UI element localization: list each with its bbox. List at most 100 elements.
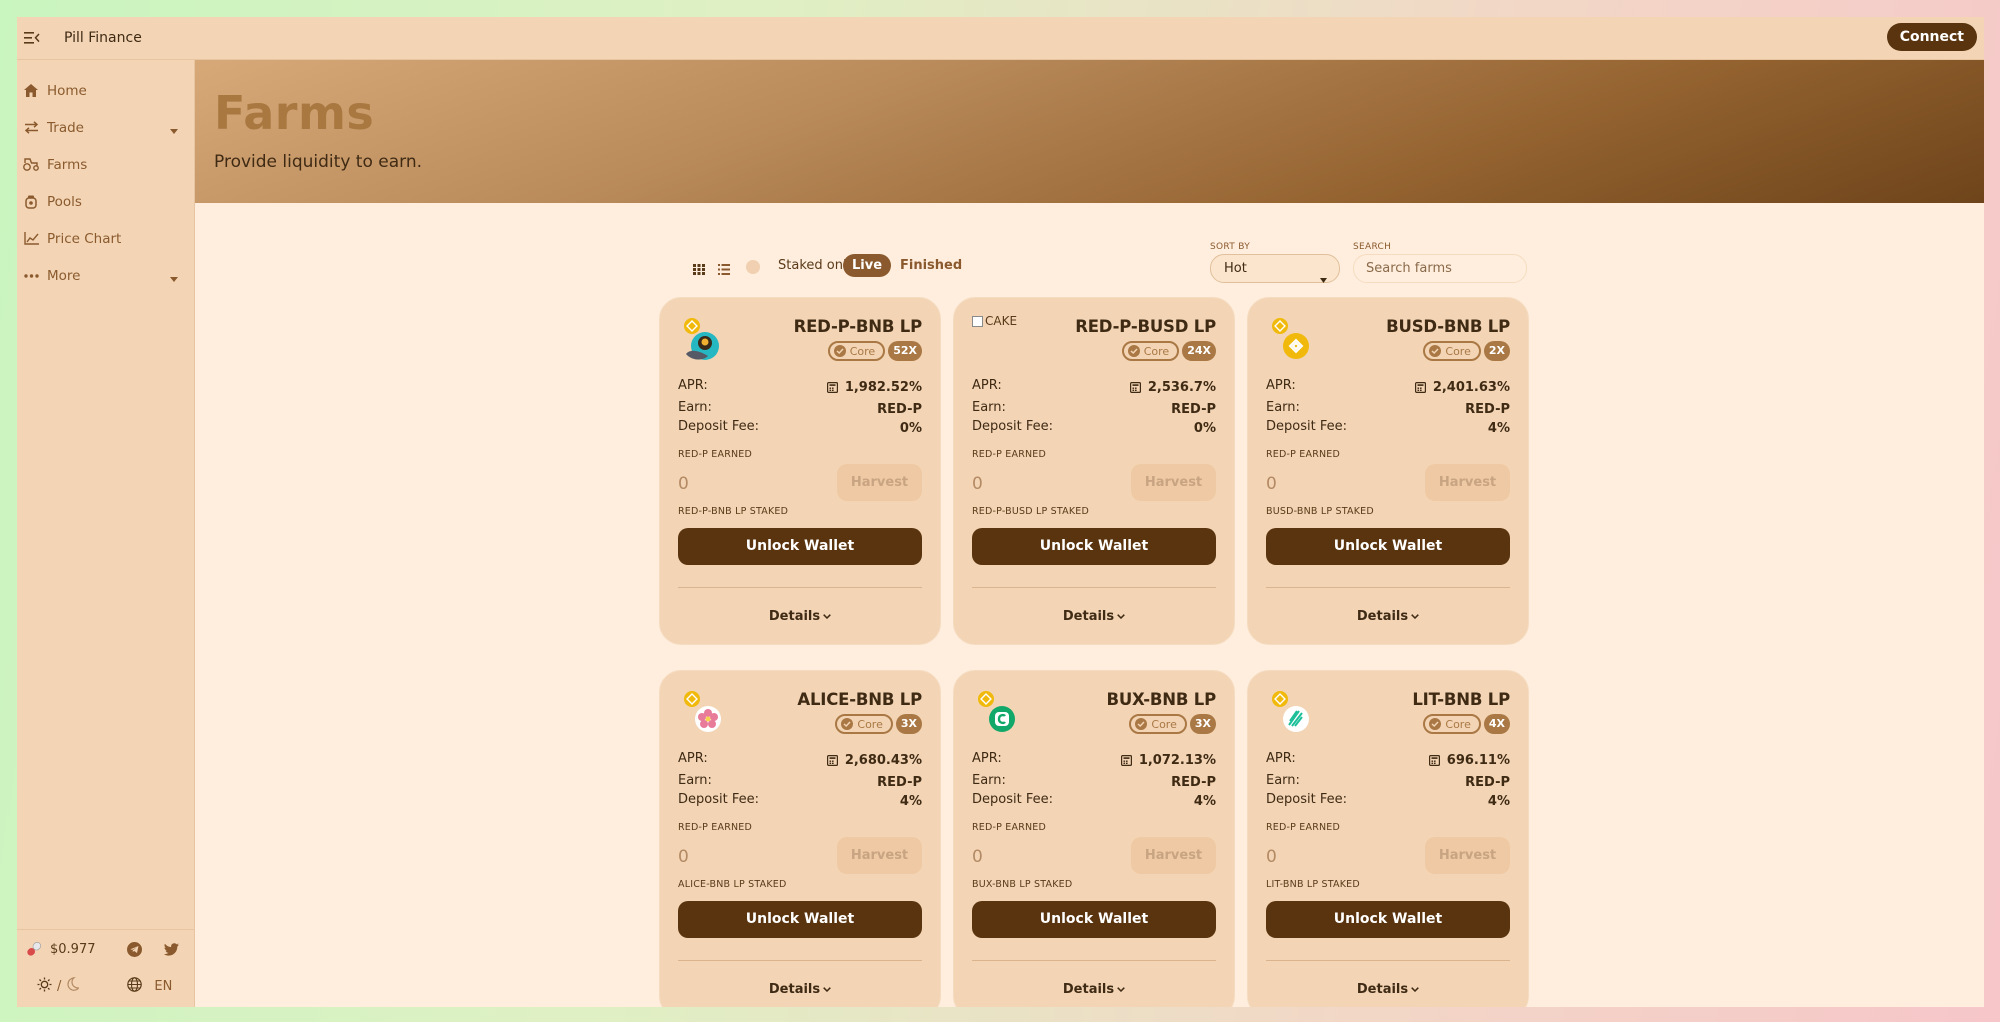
earn-row: Earn: RED-P xyxy=(972,773,1216,791)
core-badge: Core xyxy=(1121,341,1180,361)
earn-row: Earn: RED-P xyxy=(678,400,922,418)
unlock-wallet-button[interactable]: Unlock Wallet xyxy=(972,901,1216,938)
core-badge-label: Core xyxy=(849,344,876,358)
token-price-row: $0.977 xyxy=(17,930,194,968)
telegram-icon[interactable] xyxy=(126,941,142,957)
brand-name[interactable]: Pill Finance xyxy=(64,30,142,46)
chevron-down-icon xyxy=(1117,614,1125,620)
earn-label: Earn: xyxy=(678,773,712,788)
card-divider xyxy=(972,960,1216,961)
unlock-wallet-button[interactable]: Unlock Wallet xyxy=(972,528,1216,565)
harvest-button[interactable]: Harvest xyxy=(1425,837,1510,874)
twitter-icon[interactable] xyxy=(163,942,179,956)
farm-card: LIT-BNB LP Core 4X APR: 696.11% Earn: RE… xyxy=(1247,670,1529,1007)
sidebar-item-home[interactable]: Home xyxy=(17,72,194,109)
harvest-button[interactable]: Harvest xyxy=(837,464,922,501)
page-title: Farms xyxy=(214,86,375,140)
card-divider xyxy=(1266,960,1510,961)
core-badge-label: Core xyxy=(857,717,883,731)
chevron-down-icon xyxy=(1411,614,1419,620)
harvest-button[interactable]: Harvest xyxy=(1131,837,1216,874)
image-alt-text: CAKE xyxy=(985,314,1018,328)
details-toggle[interactable]: Details xyxy=(1248,982,1528,997)
search-input[interactable] xyxy=(1353,254,1527,283)
theme-separator: / xyxy=(57,978,62,994)
grid-view-icon[interactable] xyxy=(693,260,705,279)
harvest-button[interactable]: Harvest xyxy=(1425,464,1510,501)
deposit-fee-row: Deposit Fee: 0% xyxy=(678,419,922,437)
core-badge-label: Core xyxy=(1151,717,1177,731)
chevron-down-icon xyxy=(1320,266,1327,293)
verified-icon xyxy=(1429,345,1442,357)
sidebar-item-trade[interactable]: Trade xyxy=(17,109,194,146)
staked-label: RED-P-BUSD LP STAKED xyxy=(972,506,1089,517)
calculator-icon[interactable] xyxy=(1414,381,1426,393)
unlock-wallet-button[interactable]: Unlock Wallet xyxy=(678,901,922,938)
chevron-down-icon xyxy=(1117,987,1125,993)
sidebar-item-price-chart[interactable]: Price Chart xyxy=(17,220,194,257)
apr-value: 696.11% xyxy=(1446,752,1510,768)
unlock-wallet-button[interactable]: Unlock Wallet xyxy=(1266,528,1510,565)
moon-icon[interactable] xyxy=(66,976,81,995)
calculator-icon[interactable] xyxy=(1120,754,1132,766)
harvest-button[interactable]: Harvest xyxy=(837,837,922,874)
details-toggle[interactable]: Details xyxy=(954,609,1234,624)
details-toggle[interactable]: Details xyxy=(954,982,1234,997)
apr-value: 1,982.52% xyxy=(844,379,922,395)
pool-icon xyxy=(23,194,39,210)
details-toggle[interactable]: Details xyxy=(660,609,940,624)
verified-icon xyxy=(1127,345,1140,357)
earn-label: Earn: xyxy=(1266,773,1300,788)
language-selector[interactable]: EN xyxy=(127,976,172,996)
tab-live[interactable]: Live xyxy=(843,254,892,277)
verified-icon xyxy=(1135,718,1148,730)
pill-icon[interactable] xyxy=(24,939,44,959)
sun-icon[interactable] xyxy=(37,977,52,996)
list-view-icon[interactable] xyxy=(718,260,730,279)
deposit-fee-label: Deposit Fee: xyxy=(678,419,759,434)
tab-finished[interactable]: Finished xyxy=(900,254,962,277)
calculator-icon[interactable] xyxy=(826,754,838,766)
deposit-fee-value: 4% xyxy=(1487,420,1510,436)
earn-label: Earn: xyxy=(678,400,712,415)
details-label: Details xyxy=(1062,982,1115,997)
details-toggle[interactable]: Details xyxy=(1248,609,1528,624)
multiplier-badge: 3X xyxy=(895,714,922,734)
deposit-fee-value: 0% xyxy=(1193,420,1216,436)
calculator-icon[interactable] xyxy=(1129,381,1141,393)
top-bar: Pill Finance Connect xyxy=(17,17,1984,60)
earned-value: 0 xyxy=(1266,847,1277,867)
earned-value: 0 xyxy=(1266,474,1277,494)
deposit-fee-row: Deposit Fee: 4% xyxy=(1266,419,1510,437)
chevron-down-icon xyxy=(823,987,831,993)
apr-value: 2,680.43% xyxy=(844,752,922,768)
sort-by-select[interactable]: Hot xyxy=(1210,254,1340,283)
menu-collapse-icon[interactable] xyxy=(24,31,40,45)
sidebar-item-pools[interactable]: Pools xyxy=(17,183,194,220)
harvest-button[interactable]: Harvest xyxy=(1131,464,1216,501)
earned-label: RED-P EARNED xyxy=(678,822,753,833)
earned-label: RED-P EARNED xyxy=(1266,822,1341,833)
sidebar-item-farms[interactable]: Farms xyxy=(17,146,194,183)
sidebar-item-label: Pools xyxy=(47,193,82,210)
page-subtitle: Provide liquidity to earn. xyxy=(214,152,423,172)
details-toggle[interactable]: Details xyxy=(660,982,940,997)
card-divider xyxy=(972,587,1216,588)
calculator-icon[interactable] xyxy=(826,381,838,393)
connect-button[interactable]: Connect xyxy=(1886,23,1977,51)
multiplier-badge: 2X xyxy=(1483,341,1510,361)
calculator-icon[interactable] xyxy=(1428,754,1440,766)
staked-only-toggle[interactable] xyxy=(746,260,760,274)
core-badge: Core xyxy=(1423,714,1481,734)
deposit-fee-row: Deposit Fee: 0% xyxy=(972,419,1216,437)
apr-row: APR: 2,536.7% xyxy=(972,378,1216,396)
deposit-fee-label: Deposit Fee: xyxy=(1266,419,1347,434)
unlock-wallet-button[interactable]: Unlock Wallet xyxy=(678,528,922,565)
unlock-wallet-button[interactable]: Unlock Wallet xyxy=(1266,901,1510,938)
staked-label: RED-P-BNB LP STAKED xyxy=(678,506,789,517)
staked-label: BUX-BNB LP STAKED xyxy=(972,879,1073,890)
farm-badges: Core 3X xyxy=(835,714,922,734)
details-label: Details xyxy=(1356,609,1409,624)
sidebar-item-more[interactable]: More xyxy=(17,257,194,294)
farm-badges: Core 52X xyxy=(827,341,922,361)
